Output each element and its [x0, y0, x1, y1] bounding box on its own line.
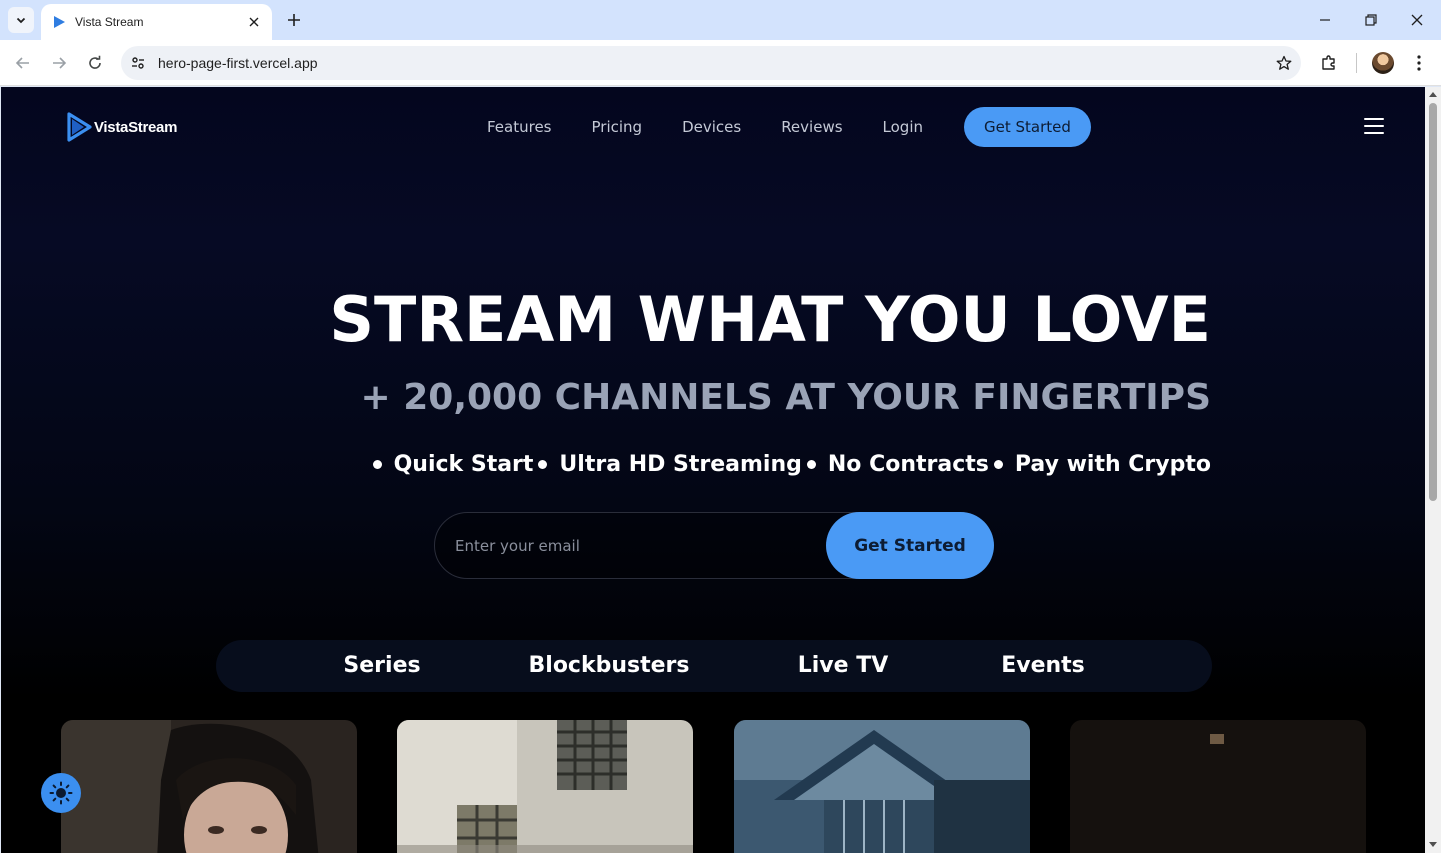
arrow-right-icon — [53, 57, 67, 69]
close-icon — [1411, 14, 1423, 26]
feature-label: Quick Start — [393, 452, 534, 477]
tab-strip: Vista Stream — [0, 0, 1441, 40]
puzzle-icon — [1322, 55, 1335, 70]
tab-events[interactable]: Events — [1001, 640, 1085, 692]
theme-toggle-button[interactable] — [41, 773, 81, 813]
email-signup-form: Get Started — [434, 512, 994, 579]
content-card[interactable] — [397, 720, 693, 853]
play-icon — [51, 14, 67, 30]
tab-title: Vista Stream — [75, 15, 144, 29]
hero-subtitle: + 20,000 CHANNELS AT YOUR FINGERTIPS — [360, 377, 1211, 418]
nav-link-devices[interactable]: Devices — [682, 118, 741, 136]
nav-link-login[interactable]: Login — [883, 118, 923, 136]
bullet-icon — [372, 460, 382, 469]
feature-item: Pay with Crypto — [993, 452, 1211, 477]
content-card[interactable] — [734, 720, 1030, 853]
back-button[interactable] — [9, 49, 37, 77]
logo-text: VistaStream — [94, 118, 178, 136]
bookmark-star-icon[interactable] — [1267, 46, 1301, 80]
feature-label: Pay with Crypto — [1014, 452, 1211, 477]
nav-link-reviews[interactable]: Reviews — [781, 118, 842, 136]
toolbar-divider — [1356, 53, 1357, 73]
tab-blockbusters[interactable]: Blockbusters — [529, 640, 690, 692]
browser-menu-button[interactable] — [1405, 49, 1433, 77]
old-building-image — [397, 720, 693, 853]
page-viewport: VistaStream Features Pricing Devices Rev… — [1, 87, 1425, 853]
browser-toolbar: hero-page-first.vercel.app — [0, 40, 1441, 86]
scroll-up-arrow-icon[interactable] — [1429, 92, 1437, 97]
content-card[interactable] — [61, 720, 357, 853]
bullet-icon — [993, 460, 1003, 469]
close-window-button[interactable] — [1403, 6, 1431, 34]
play-logo-icon — [67, 112, 92, 142]
email-input[interactable] — [455, 513, 825, 578]
feature-item: No Contracts — [806, 452, 989, 477]
bullet-icon — [806, 460, 816, 469]
site-settings-icon[interactable] — [121, 46, 155, 80]
bullet-icon — [538, 460, 548, 469]
restore-button[interactable] — [1357, 6, 1385, 34]
feature-item: Ultra HD Streaming — [538, 452, 802, 477]
plus-icon — [288, 14, 300, 26]
arrow-left-icon — [15, 57, 29, 69]
category-tabs: Series Blockbusters Live TV Events — [216, 640, 1212, 692]
reload-icon — [89, 55, 101, 69]
browser-tab[interactable]: Vista Stream — [41, 4, 272, 40]
nav-get-started-button[interactable]: Get Started — [964, 107, 1091, 147]
profile-avatar[interactable] — [1372, 52, 1394, 74]
extensions-button[interactable] — [1315, 49, 1343, 77]
minimize-icon — [1320, 19, 1330, 21]
dark-stage-image — [1070, 720, 1366, 853]
house-roof-image — [734, 720, 1030, 853]
scroll-down-arrow-icon[interactable] — [1429, 842, 1437, 847]
tab-series[interactable]: Series — [343, 640, 420, 692]
main-nav: Features Pricing Devices Reviews Login G… — [487, 107, 1091, 147]
site-logo[interactable]: VistaStream — [66, 112, 177, 142]
hero-title: STREAM WHAT YOU LOVE — [329, 283, 1211, 356]
address-bar[interactable]: hero-page-first.vercel.app — [121, 46, 1301, 80]
forward-button[interactable] — [45, 49, 73, 77]
hero-get-started-button[interactable]: Get Started — [826, 512, 994, 579]
hamburger-menu-icon[interactable] — [1364, 118, 1384, 134]
restore-icon — [1365, 14, 1377, 26]
feature-label: Ultra HD Streaming — [559, 452, 802, 477]
new-tab-button[interactable] — [282, 8, 306, 32]
minimize-button[interactable] — [1311, 6, 1339, 34]
feature-item: Quick Start — [372, 452, 534, 477]
chevron-down-icon — [16, 17, 26, 24]
page-scrollbar[interactable] — [1425, 87, 1441, 853]
more-vertical-icon — [1417, 55, 1421, 71]
reload-button[interactable] — [81, 49, 109, 77]
feature-label: No Contracts — [827, 452, 989, 477]
nav-link-pricing[interactable]: Pricing — [592, 118, 643, 136]
nav-link-features[interactable]: Features — [487, 118, 552, 136]
close-icon[interactable] — [246, 14, 262, 30]
feature-list: Quick Start Ultra HD Streaming No Contra… — [372, 452, 1211, 477]
portrait-woman-image — [61, 720, 357, 853]
url-text: hero-page-first.vercel.app — [158, 55, 318, 71]
sun-icon — [49, 781, 73, 805]
scrollbar-thumb[interactable] — [1429, 103, 1437, 501]
content-card[interactable] — [1070, 720, 1366, 853]
tab-live-tv[interactable]: Live TV — [798, 640, 889, 692]
tab-search-button[interactable] — [8, 7, 34, 33]
